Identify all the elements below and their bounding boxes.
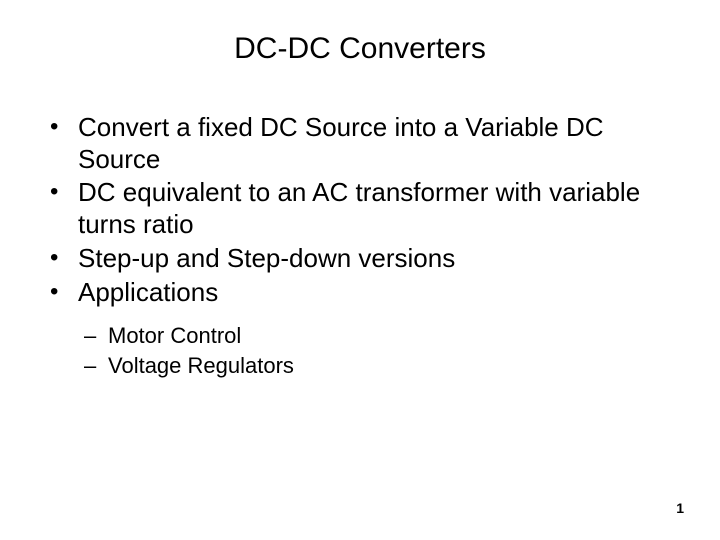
bullet-item: DC equivalent to an AC transformer with … xyxy=(36,177,684,240)
bullet-item: Step-up and Step-down versions xyxy=(36,243,684,275)
bullet-item: Applications xyxy=(36,277,684,309)
sub-bullet-item: Motor Control xyxy=(36,322,684,350)
page-number: 1 xyxy=(676,500,684,516)
slide-title: DC-DC Converters xyxy=(36,32,684,66)
sub-bullet-list: Motor Control Voltage Regulators xyxy=(36,322,684,379)
bullet-item: Convert a fixed DC Source into a Variabl… xyxy=(36,112,684,175)
bullet-list: Convert a fixed DC Source into a Variabl… xyxy=(36,112,684,308)
slide: DC-DC Converters Convert a fixed DC Sour… xyxy=(0,0,720,540)
sub-bullet-item: Voltage Regulators xyxy=(36,352,684,380)
